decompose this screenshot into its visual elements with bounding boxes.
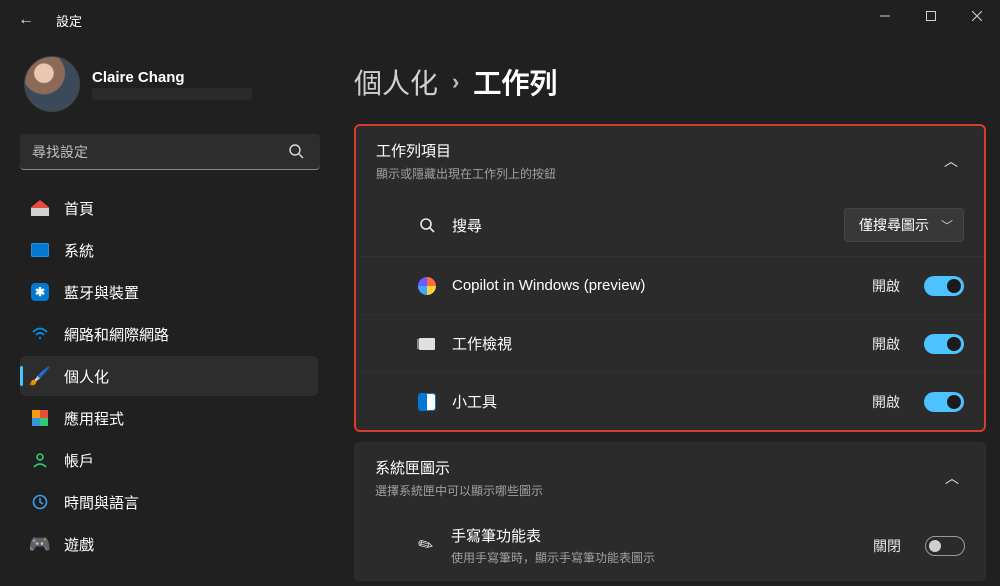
chevron-up-icon: ︿	[944, 151, 964, 171]
taskview-icon	[416, 338, 438, 350]
section-taskbar-items: 工作列項目 顯示或隱藏出現在工作列上的按鈕 ︿ 搜尋 僅搜尋圖示 ﹀ Copil…	[354, 124, 986, 432]
sidebar-item-network[interactable]: 網路和網際網路	[20, 314, 318, 354]
minimize-button[interactable]	[862, 0, 908, 32]
copilot-toggle[interactable]	[924, 276, 964, 296]
system-icon	[30, 240, 50, 260]
account-icon	[30, 450, 50, 470]
sidebar-item-label: 遊戲	[64, 534, 94, 555]
section-title: 系統匣圖示	[375, 457, 945, 478]
brush-icon: 🖌️	[30, 366, 50, 386]
search-icon	[416, 217, 438, 233]
sidebar-item-apps[interactable]: 應用程式	[20, 398, 318, 438]
maximize-button[interactable]	[908, 0, 954, 32]
section-header[interactable]: 工作列項目 顯示或隱藏出現在工作列上的按鈕 ︿	[356, 126, 984, 194]
main-content: 個人化 › 工作列 工作列項目 顯示或隱藏出現在工作列上的按鈕 ︿ 搜尋 僅搜尋…	[330, 40, 1000, 586]
section-subtitle: 選擇系統匣中可以顯示哪些圖示	[375, 482, 945, 499]
row-label: 小工具	[452, 391, 858, 412]
row-sublabel: 使用手寫筆時，顯示手寫筆功能表圖示	[451, 549, 859, 566]
sidebar-item-home[interactable]: 首頁	[20, 188, 318, 228]
row-pen: ✎ 手寫筆功能表 使用手寫筆時，顯示手寫筆功能表圖示 關閉	[355, 511, 985, 580]
clock-icon	[30, 492, 50, 512]
back-button[interactable]: ←	[18, 11, 38, 29]
toggle-state-label: 開啟	[872, 276, 900, 296]
profile-email	[92, 88, 252, 100]
bluetooth-icon: ✱	[30, 282, 50, 302]
row-label: 工作檢視	[452, 333, 858, 354]
pen-toggle[interactable]	[925, 536, 965, 556]
section-title: 工作列項目	[376, 140, 944, 161]
sidebar-item-label: 時間與語言	[64, 492, 139, 513]
taskview-toggle[interactable]	[924, 334, 964, 354]
sidebar-item-gaming[interactable]: 🎮 遊戲	[20, 524, 318, 564]
breadcrumb: 個人化 › 工作列	[354, 62, 986, 102]
chevron-up-icon: ︿	[945, 468, 965, 488]
row-taskview: 工作檢視 開啟	[356, 314, 984, 372]
sidebar-item-label: 個人化	[64, 366, 109, 387]
dropdown-value: 僅搜尋圖示	[859, 215, 929, 235]
search-input[interactable]	[20, 134, 320, 170]
toggle-state-label: 開啟	[872, 334, 900, 354]
widgets-icon	[416, 394, 438, 410]
row-copilot: Copilot in Windows (preview) 開啟	[356, 256, 984, 314]
row-label: Copilot in Windows (preview)	[452, 277, 858, 294]
profile-name: Claire Chang	[92, 69, 252, 86]
sidebar-item-label: 藍牙與裝置	[64, 282, 139, 303]
gaming-icon: 🎮	[30, 534, 50, 554]
search-wrap	[20, 134, 318, 170]
sidebar-item-bluetooth[interactable]: ✱ 藍牙與裝置	[20, 272, 318, 312]
sidebar-item-time-language[interactable]: 時間與語言	[20, 482, 318, 522]
window-controls	[862, 0, 1000, 32]
sidebar-item-label: 應用程式	[64, 408, 124, 429]
nav: 首頁 系統 ✱ 藍牙與裝置 網路和網際網路 🖌️ 個人化	[20, 188, 318, 564]
breadcrumb-current: 工作列	[473, 62, 557, 102]
close-button[interactable]	[954, 0, 1000, 32]
chevron-down-icon: ﹀	[941, 217, 953, 234]
sidebar-item-label: 系統	[64, 240, 94, 261]
section-tray-icons: 系統匣圖示 選擇系統匣中可以顯示哪些圖示 ︿ ✎ 手寫筆功能表 使用手寫筆時，顯…	[354, 442, 986, 581]
search-mode-dropdown[interactable]: 僅搜尋圖示 ﹀	[844, 208, 964, 242]
apps-icon	[30, 408, 50, 428]
toggle-state-label: 關閉	[873, 536, 901, 556]
sidebar-item-label: 網路和網際網路	[64, 324, 169, 345]
widgets-toggle[interactable]	[924, 392, 964, 412]
row-label: 搜尋	[452, 215, 830, 236]
sidebar-item-label: 首頁	[64, 198, 94, 219]
sidebar-item-system[interactable]: 系統	[20, 230, 318, 270]
sidebar-item-personalization[interactable]: 🖌️ 個人化	[20, 356, 318, 396]
toggle-state-label: 開啟	[872, 392, 900, 412]
sidebar-item-label: 帳戶	[64, 450, 94, 471]
avatar	[24, 56, 80, 112]
app-title: 設定	[56, 11, 82, 30]
wifi-icon	[30, 324, 50, 344]
breadcrumb-parent[interactable]: 個人化	[354, 62, 438, 102]
row-widgets: 小工具 開啟	[356, 372, 984, 430]
search-icon	[288, 143, 304, 162]
sidebar-item-accounts[interactable]: 帳戶	[20, 440, 318, 480]
home-icon	[30, 198, 50, 218]
pen-icon: ✎	[411, 531, 441, 560]
profile[interactable]: Claire Chang	[20, 48, 318, 130]
sidebar: Claire Chang 首頁 系統 ✱ 藍牙與裝置	[0, 40, 330, 586]
row-label: 手寫筆功能表	[451, 525, 859, 546]
chevron-right-icon: ›	[452, 69, 459, 95]
titlebar: ← 設定	[0, 0, 1000, 40]
row-search: 搜尋 僅搜尋圖示 ﹀	[356, 194, 984, 256]
section-subtitle: 顯示或隱藏出現在工作列上的按鈕	[376, 165, 944, 182]
copilot-icon	[416, 277, 438, 295]
section-header[interactable]: 系統匣圖示 選擇系統匣中可以顯示哪些圖示 ︿	[355, 443, 985, 511]
